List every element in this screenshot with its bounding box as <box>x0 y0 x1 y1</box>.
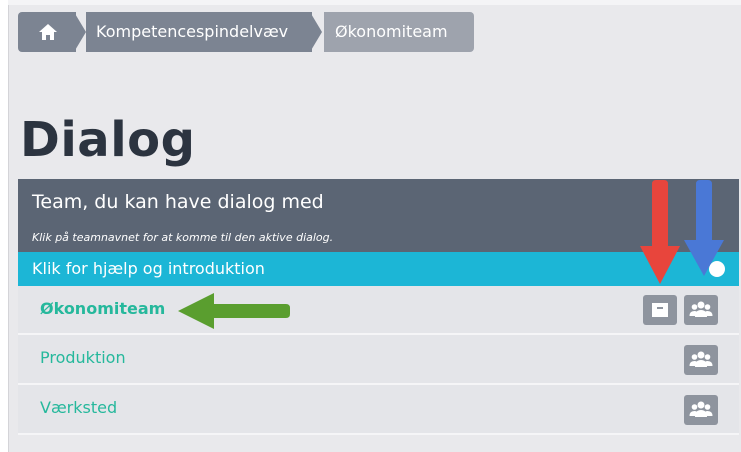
team-members-button[interactable] <box>684 345 718 375</box>
top-edge <box>8 0 741 5</box>
team-link[interactable]: Produktion <box>40 348 126 367</box>
users-icon <box>689 401 713 417</box>
team-members-button[interactable] <box>684 295 718 325</box>
team-row-produktion: Produktion <box>18 335 739 385</box>
help-label: Klik for hjælp og introduktion <box>32 259 265 278</box>
panel-title: Team, du kan have dialog med <box>32 191 324 213</box>
team-link[interactable]: Økonomiteam <box>40 299 165 318</box>
team-row-vaerksted: Værksted <box>18 385 739 435</box>
green-arrow-annotation <box>178 293 290 329</box>
archive-button[interactable] <box>643 295 677 325</box>
breadcrumb-label: Kompetencespindelvæv <box>96 22 289 41</box>
panel-header: Team, du kan have dialog med Klik på tea… <box>18 179 739 252</box>
breadcrumb-home[interactable] <box>18 12 76 52</box>
users-icon <box>689 351 713 367</box>
help-bar[interactable]: Klik for hjælp og introduktion <box>18 252 739 286</box>
archive-icon <box>652 303 668 317</box>
team-members-button[interactable] <box>684 395 718 425</box>
home-icon <box>39 24 57 40</box>
breadcrumb-label: Økonomiteam <box>335 22 448 41</box>
blue-arrow-annotation <box>684 180 724 276</box>
red-arrow-annotation <box>640 180 680 284</box>
breadcrumb-item-kompetencespindelvaev[interactable]: Kompetencespindelvæv <box>86 12 312 52</box>
team-link[interactable]: Værksted <box>40 398 117 417</box>
breadcrumb-item-oekonomiteam[interactable]: Økonomiteam <box>324 12 474 52</box>
panel-subtitle: Klik på teamnavnet for at komme til den … <box>32 231 334 244</box>
page-title: Dialog <box>20 112 196 168</box>
team-row-oekonomiteam: Økonomiteam <box>18 286 739 335</box>
users-icon <box>689 301 713 317</box>
